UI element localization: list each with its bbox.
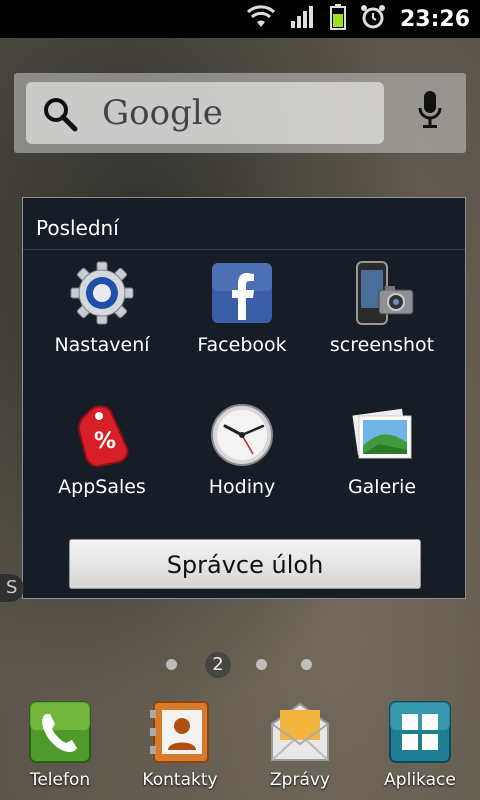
recent-app-label: AppSales <box>58 476 146 498</box>
wifi-icon <box>246 5 276 33</box>
recent-app-gallery[interactable]: Galerie <box>309 402 455 498</box>
recent-app-appsales[interactable]: % AppSales <box>29 402 175 498</box>
price-tag-icon: % <box>69 402 135 468</box>
battery-icon <box>329 4 346 34</box>
clock-icon <box>209 402 275 468</box>
dock-label: Kontakty <box>142 770 218 790</box>
current-page-indicator: 2 <box>205 652 231 678</box>
dock-contacts[interactable]: Kontakty <box>125 700 235 790</box>
recent-apps-dialog: Poslední Nastavení Facebook screenshot %… <box>22 197 466 599</box>
clock-text: 23:26 <box>399 6 470 32</box>
recent-app-label: Nastavení <box>54 334 150 356</box>
dock-label: Aplikace <box>384 770 456 790</box>
dock-label: Zprávy <box>270 770 330 790</box>
phone-icon <box>28 700 92 764</box>
google-search-widget[interactable]: Google <box>14 73 466 153</box>
search-icon <box>42 96 80 138</box>
recent-app-label: Galerie <box>347 476 417 498</box>
messages-icon <box>268 700 332 764</box>
dock-messages[interactable]: Zprávy <box>245 700 355 790</box>
page-dot[interactable] <box>166 659 177 670</box>
alarm-icon <box>360 4 386 34</box>
gallery-icon <box>349 402 415 468</box>
page-dot[interactable] <box>301 659 312 670</box>
dock-label: Telefon <box>29 770 91 790</box>
recent-app-screenshot[interactable]: screenshot <box>309 260 455 356</box>
dialog-title: Poslední <box>36 216 119 240</box>
app-grid-icon <box>388 700 452 764</box>
svg-text:%: % <box>94 429 116 454</box>
dock-app-drawer[interactable]: Aplikace <box>365 700 475 790</box>
recent-app-label: Hodiny <box>208 476 276 498</box>
task-manager-button[interactable]: Správce úloh <box>69 539 421 589</box>
settings-gear-icon <box>69 260 135 326</box>
facebook-icon <box>209 260 275 326</box>
recent-app-label: Facebook <box>197 334 287 356</box>
dialog-divider <box>23 249 465 250</box>
recent-app-clock[interactable]: Hodiny <box>169 402 315 498</box>
contacts-icon <box>148 700 212 764</box>
status-bar: 23:26 <box>0 0 480 38</box>
hidden-widget-edge[interactable]: S <box>0 574 24 602</box>
recent-app-settings[interactable]: Nastavení <box>29 260 175 356</box>
dock-phone[interactable]: Telefon <box>5 700 115 790</box>
recent-app-facebook[interactable]: Facebook <box>169 260 315 356</box>
page-indicator: 2 <box>0 650 480 678</box>
recent-app-label: screenshot <box>329 334 435 356</box>
phone-camera-icon <box>349 260 415 326</box>
search-input[interactable]: Google <box>26 82 384 144</box>
microphone-icon[interactable] <box>418 91 442 135</box>
page-dot[interactable] <box>256 659 267 670</box>
search-placeholder: Google <box>102 93 223 133</box>
signal-icon <box>290 5 316 33</box>
